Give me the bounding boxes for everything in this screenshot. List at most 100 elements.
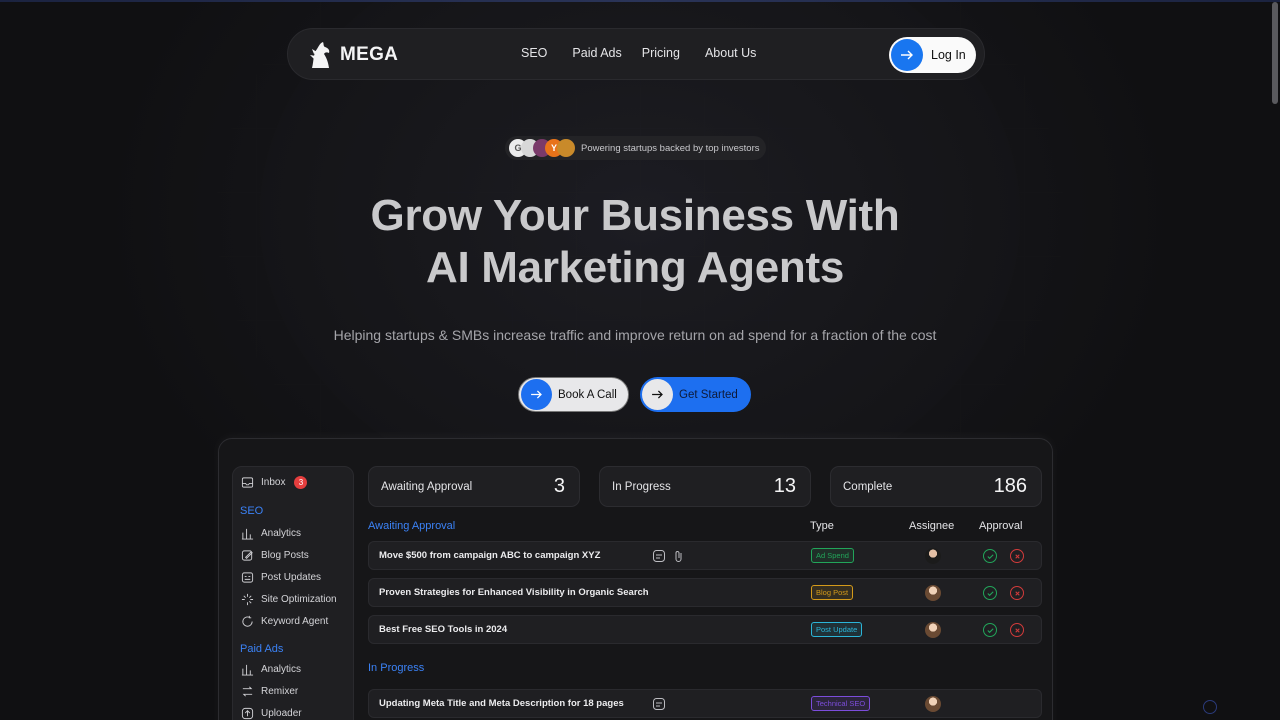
nav-links: SEO Paid Ads Pricing About Us xyxy=(521,46,778,60)
nav-link-paid-ads[interactable]: Paid Ads xyxy=(572,46,621,60)
book-call-label: Book A Call xyxy=(558,388,617,401)
document-icon[interactable] xyxy=(652,697,666,711)
table-row[interactable]: Best Free SEO Tools in 2024 Post Update xyxy=(368,615,1042,644)
sidebar-item-remixer[interactable]: Remixer xyxy=(241,685,298,698)
arrow-right-icon xyxy=(642,379,673,410)
table-row[interactable]: Proven Strategies for Enhanced Visibilit… xyxy=(368,578,1042,607)
sidebar-item-label: Remixer xyxy=(261,686,299,697)
stat-value: 13 xyxy=(773,475,796,497)
post-update-icon xyxy=(241,572,254,583)
refresh-icon xyxy=(242,615,253,627)
task-title: Move $500 from campaign ABC to campaign … xyxy=(379,550,601,561)
table-row[interactable]: Move $500 from campaign ABC to campaign … xyxy=(368,541,1042,570)
sidebar-item-label: Analytics xyxy=(261,664,302,675)
upload-icon xyxy=(241,707,254,720)
sidebar-item-label: Analytics xyxy=(261,528,302,539)
sidebar-item-ads-analytics[interactable]: Analytics xyxy=(241,663,301,676)
stat-complete[interactable]: Complete 186 xyxy=(830,466,1042,507)
login-label: Log In xyxy=(931,48,966,62)
sidebar-item-post-updates[interactable]: Post Updates xyxy=(241,571,321,584)
login-button[interactable]: Log In xyxy=(889,37,976,73)
nav-link-pricing[interactable]: Pricing xyxy=(642,46,680,60)
reject-x-icon[interactable] xyxy=(1010,623,1024,637)
assignee-avatar[interactable] xyxy=(925,622,941,638)
stat-value: 186 xyxy=(993,475,1027,497)
column-assignee: Assignee xyxy=(909,520,955,532)
attachment-icon[interactable] xyxy=(672,549,686,563)
sidebar-item-label: Keyword Agent xyxy=(261,616,329,627)
stat-label: Complete xyxy=(843,480,893,493)
sidebar-item-inbox[interactable]: Inbox 3 xyxy=(241,476,308,489)
type-tag: Blog Post xyxy=(811,585,854,600)
type-tag: Ad Spend xyxy=(811,548,854,563)
sidebar-heading-paid-ads: Paid Ads xyxy=(240,643,284,655)
sidebar-item-label: Uploader xyxy=(261,708,302,719)
document-icon[interactable] xyxy=(652,549,666,563)
bar-chart-icon xyxy=(241,528,254,540)
swap-icon xyxy=(242,686,253,697)
investor-logo-5 xyxy=(557,139,575,157)
stat-awaiting-approval[interactable]: Awaiting Approval 3 xyxy=(368,466,580,507)
assignee-avatar[interactable] xyxy=(925,548,941,564)
assignee-avatar[interactable] xyxy=(925,696,941,712)
get-started-button[interactable]: Get Started xyxy=(640,377,751,412)
sidebar-item-blog-posts[interactable]: Blog Posts xyxy=(241,549,309,562)
horse-logo-icon xyxy=(310,42,330,68)
sidebar-item-keyword-agent[interactable]: Keyword Agent xyxy=(241,615,328,628)
task-title: Proven Strategies for Enhanced Visibilit… xyxy=(379,587,649,598)
table-row[interactable]: Updating Meta Title and Meta Description… xyxy=(368,689,1042,718)
dashboard-sidebar: Inbox 3 SEO Analytics Blog Posts Post Up… xyxy=(232,466,354,720)
type-tag: Technical SEO xyxy=(811,696,871,711)
investors-text: Powering startups backed by top investor… xyxy=(581,142,760,154)
hero-title-line2: AI Marketing Agents xyxy=(425,243,845,292)
get-started-label: Get Started xyxy=(679,388,738,401)
inbox-icon xyxy=(241,477,254,488)
brand-logo[interactable]: MEGA xyxy=(308,40,398,70)
sidebar-item-site-optimization[interactable]: Site Optimization xyxy=(241,593,337,606)
hero-title-line1: Grow Your Business With xyxy=(370,191,900,240)
approve-check-icon[interactable] xyxy=(983,623,997,637)
bar-chart-icon xyxy=(241,664,254,676)
sidebar-item-label: Site Optimization xyxy=(261,594,337,605)
hero-subtitle: Helping startups & SMBs increase traffic… xyxy=(333,327,937,343)
book-call-button[interactable]: Book A Call xyxy=(518,377,629,412)
top-navbar: MEGA SEO Paid Ads Pricing About Us Log I… xyxy=(287,28,985,80)
sidebar-item-label: Post Updates xyxy=(261,572,322,583)
sidebar-item-label: Blog Posts xyxy=(261,550,309,561)
investor-logos: G Y xyxy=(509,136,579,160)
stat-label: In Progress xyxy=(612,480,671,493)
stat-label: Awaiting Approval xyxy=(381,480,473,493)
approve-check-icon[interactable] xyxy=(983,549,997,563)
arrow-right-icon xyxy=(521,379,552,410)
awaiting-approval-heading: Awaiting Approval xyxy=(368,520,456,532)
task-title: Updating Meta Title and Meta Description… xyxy=(379,698,624,709)
optimize-icon xyxy=(241,593,254,606)
approve-check-icon[interactable] xyxy=(983,586,997,600)
hero-title: Grow Your Business With AI Marketing Age… xyxy=(0,190,1270,294)
inbox-count-badge: 3 xyxy=(294,476,308,489)
type-tag: Post Update xyxy=(811,622,863,637)
stat-in-progress[interactable]: In Progress 13 xyxy=(599,466,811,507)
page-scrollbar[interactable] xyxy=(1272,2,1278,104)
reject-x-icon[interactable] xyxy=(1010,549,1024,563)
column-type: Type xyxy=(810,520,834,532)
nav-link-about-us[interactable]: About Us xyxy=(705,46,756,60)
edit-icon xyxy=(241,550,253,561)
nav-link-seo[interactable]: SEO xyxy=(521,46,547,60)
assignee-avatar[interactable] xyxy=(925,585,941,601)
investors-pill: G Y Powering startups backed by top inve… xyxy=(505,136,766,160)
dashboard-preview: Inbox 3 SEO Analytics Blog Posts Post Up… xyxy=(218,438,1053,720)
brand-name: MEGA xyxy=(340,44,399,65)
reject-x-icon[interactable] xyxy=(1010,586,1024,600)
sidebar-inbox-label: Inbox xyxy=(261,477,286,488)
watermark-icon xyxy=(1203,700,1217,714)
sidebar-item-seo-analytics[interactable]: Analytics xyxy=(241,527,301,540)
in-progress-heading: In Progress xyxy=(368,662,425,674)
stat-value: 3 xyxy=(553,475,565,497)
sidebar-heading-seo: SEO xyxy=(240,505,264,517)
sidebar-item-uploader[interactable]: Uploader xyxy=(241,707,302,720)
task-title: Best Free SEO Tools in 2024 xyxy=(379,624,508,635)
column-approval: Approval xyxy=(979,520,1023,532)
top-accent-line xyxy=(0,0,1280,2)
arrow-right-icon xyxy=(891,39,923,71)
